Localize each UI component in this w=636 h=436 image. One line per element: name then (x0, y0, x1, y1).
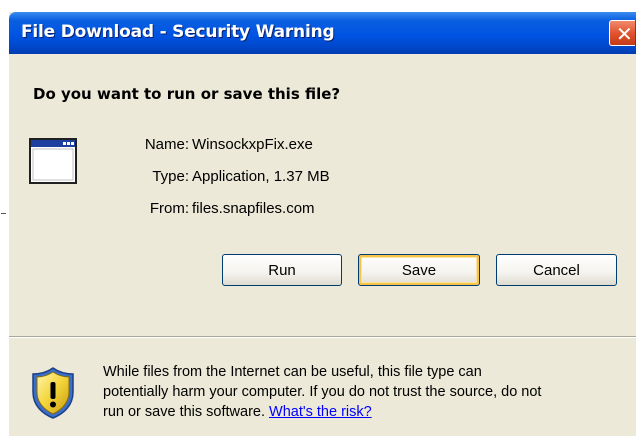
shield-warning-icon (32, 367, 74, 419)
warning-line-2: potentially harm your computer. If you d… (103, 384, 542, 400)
background-mark (1, 213, 6, 214)
warning-line-3: run or save this software. What's the ri… (103, 402, 629, 422)
title-bar[interactable]: File Download - Security Warning ✕ (9, 12, 636, 54)
close-button[interactable]: ✕ (609, 20, 635, 46)
security-warning-text: While files from the Internet can be use… (103, 362, 629, 422)
file-type-label: Type: (152, 168, 189, 185)
close-icon: ✕ (616, 22, 633, 46)
cancel-button[interactable]: Cancel (496, 254, 617, 286)
file-type-value: Application, 1.37 MB (192, 168, 330, 185)
separator (9, 336, 636, 338)
run-button[interactable]: Run (222, 254, 342, 286)
file-name-label: Name: (144, 136, 189, 153)
whats-the-risk-link[interactable]: What's the risk? (269, 404, 372, 420)
file-name-label-wrap: Name: (109, 136, 189, 156)
dialog-heading: Do you want to run or save this file? (33, 85, 341, 103)
security-warning-dialog: File Download - Security Warning ✕ Do yo… (9, 12, 636, 436)
file-name-value: WinsockxpFix.exe (192, 136, 313, 153)
window-title: File Download - Security Warning (21, 22, 335, 42)
application-window-icon (29, 138, 77, 184)
file-source-label-wrap: From: (109, 200, 189, 220)
file-type-label-wrap: Type: (109, 168, 189, 188)
file-source-value: files.snapfiles.com (192, 200, 315, 217)
save-button[interactable]: Save (358, 254, 480, 286)
warning-line-3-text: run or save this software. (103, 404, 270, 420)
file-source-label: From: (149, 200, 189, 217)
warning-line-1: While files from the Internet can be use… (103, 364, 482, 380)
